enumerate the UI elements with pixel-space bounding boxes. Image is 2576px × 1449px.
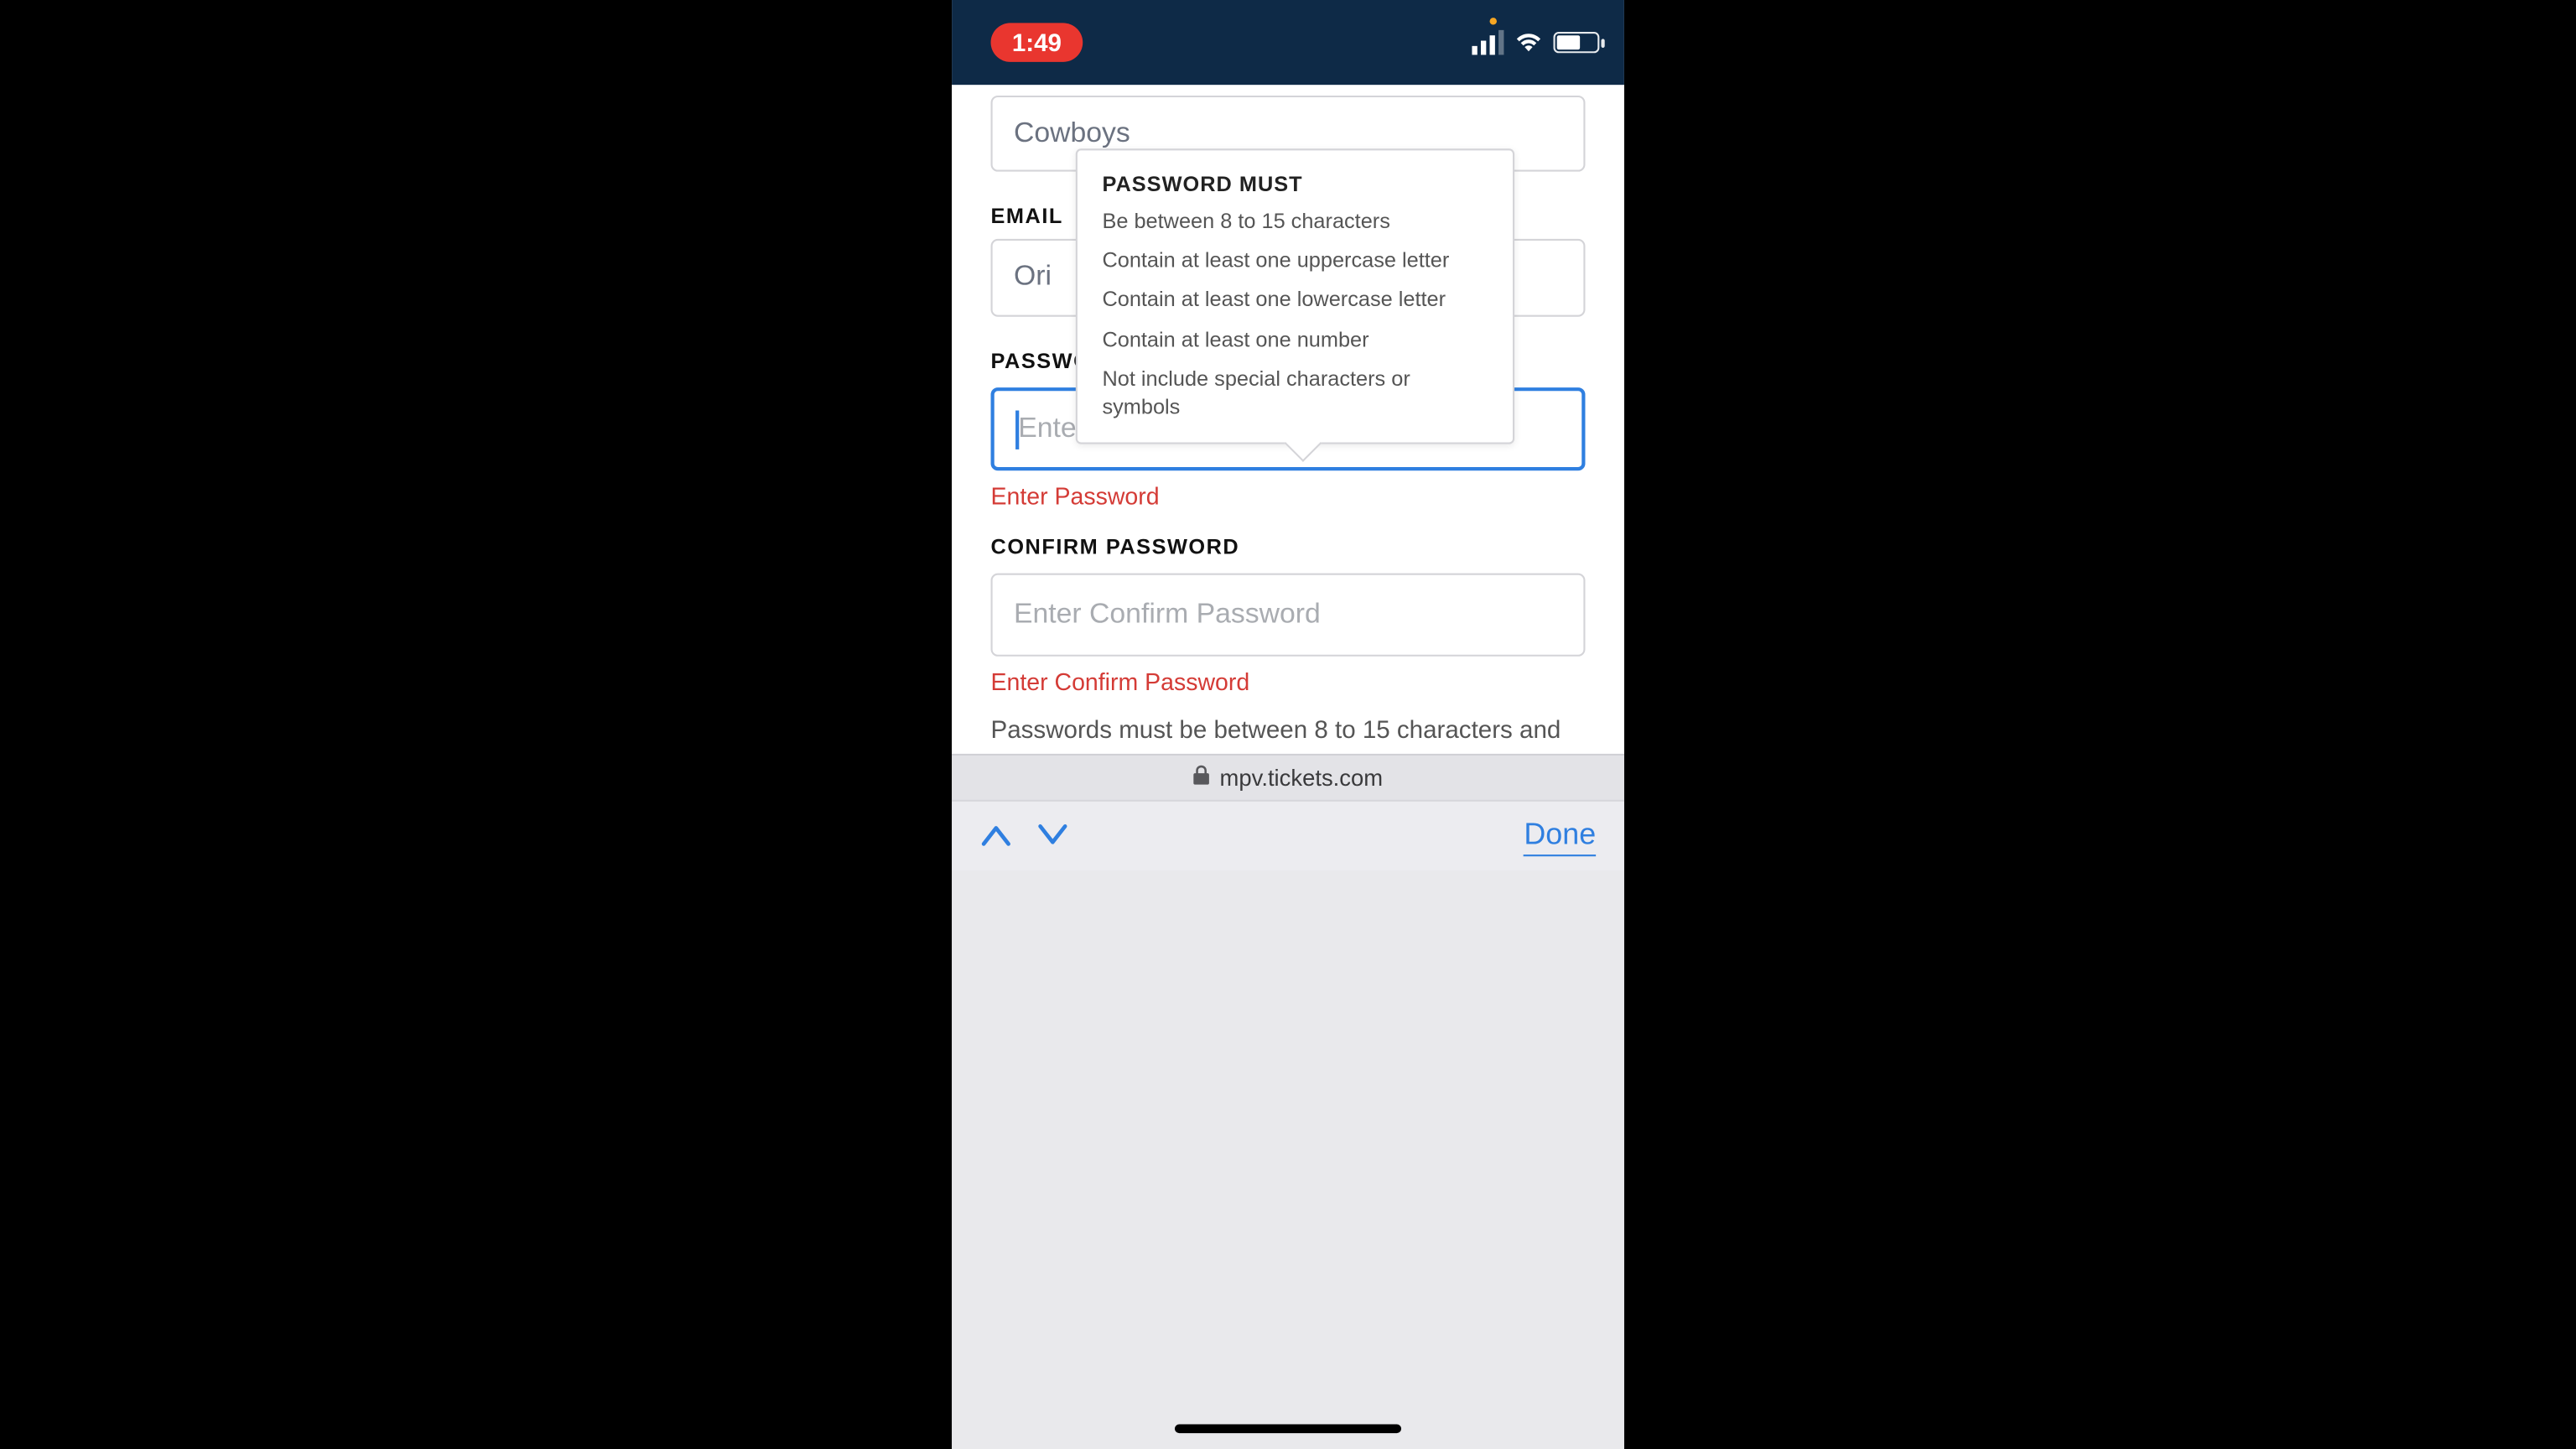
next-field-button[interactable] <box>1036 818 1068 854</box>
page-content: Cowboys EMAIL Ori PASSWORD Enter Passwor… <box>952 85 1624 754</box>
done-button[interactable]: Done <box>1524 817 1596 855</box>
tooltip-req: Be between 8 to 15 characters <box>1102 207 1488 236</box>
wifi-icon <box>1514 32 1543 53</box>
confirm-password-error: Enter Confirm Password <box>991 669 1586 696</box>
signup-form: Cowboys EMAIL Ori PASSWORD Enter Passwor… <box>952 96 1624 746</box>
confirm-password-field[interactable]: Enter Confirm Password <box>991 574 1586 657</box>
tooltip-req: Not include special characters or symbol… <box>1102 364 1488 421</box>
password-requirements-tooltip: PASSWORD MUST Be between 8 to 15 charact… <box>1076 148 1514 444</box>
status-icons <box>1472 30 1599 55</box>
name-field-value: Cowboys <box>1014 117 1130 149</box>
status-bar: 1:49 <box>952 0 1624 85</box>
tooltip-req: Contain at least one uppercase letter <box>1102 247 1488 275</box>
recording-time-pill[interactable]: 1:49 <box>991 23 1083 61</box>
tooltip-title: PASSWORD MUST <box>1102 172 1488 197</box>
password-help-text: Passwords must be between 8 to 15 charac… <box>991 713 1586 746</box>
prev-field-button[interactable] <box>980 818 1012 854</box>
tooltip-req: Contain at least one number <box>1102 325 1488 353</box>
tooltip-req: Contain at least one lowercase letter <box>1102 286 1488 314</box>
keyboard-area[interactable] <box>952 870 1624 1449</box>
privacy-indicator-dot <box>1490 18 1497 24</box>
url-host: mpv.tickets.com <box>1220 765 1384 792</box>
confirm-password-label: CONFIRM PASSWORD <box>991 534 1586 559</box>
password-error: Enter Password <box>991 483 1586 510</box>
cellular-icon <box>1472 30 1504 55</box>
battery-icon <box>1554 32 1600 53</box>
lock-icon <box>1193 765 1211 792</box>
browser-url-bar[interactable]: mpv.tickets.com <box>952 754 1624 800</box>
keyboard-accessory-bar: Done <box>952 800 1624 870</box>
phone-frame: 1:49 Cowboys EMAIL Ori PASSWORD <box>952 0 1624 1449</box>
email-field-value: Ori <box>1014 262 1052 293</box>
confirm-password-placeholder: Enter Confirm Password <box>1014 599 1321 631</box>
home-indicator[interactable] <box>1175 1425 1401 1434</box>
